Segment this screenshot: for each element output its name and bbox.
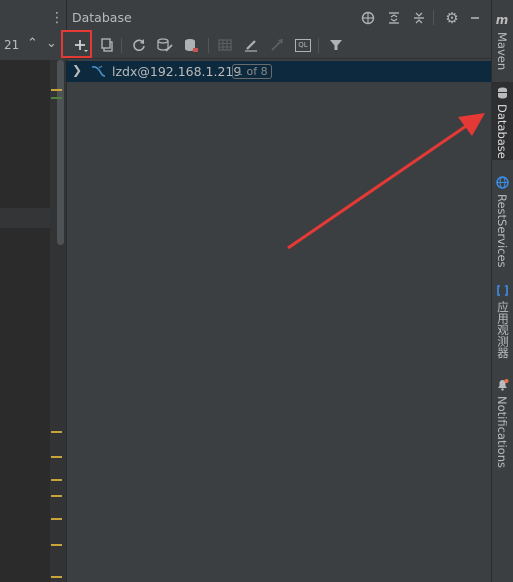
change-marker: [51, 518, 62, 520]
change-marker: [51, 97, 62, 99]
tab-maven[interactable]: Maven: [495, 32, 509, 70]
header-separator: [433, 10, 434, 25]
tab-notifications[interactable]: Notifications: [495, 396, 509, 468]
tab-observer[interactable]: 应用观测器: [495, 301, 511, 359]
table-icon: [215, 35, 235, 55]
globe-icon: [495, 175, 509, 189]
refresh-icon[interactable]: [129, 35, 149, 55]
toolbar-separator: [208, 38, 209, 53]
globe-icon[interactable]: [359, 9, 377, 27]
mysql-datasource-icon: [90, 64, 106, 81]
sql-console-label: QL: [295, 38, 311, 52]
bell-icon: [495, 377, 509, 391]
maven-icon: m: [495, 13, 509, 27]
toolbar-separator: [121, 38, 122, 53]
gear-icon[interactable]: ⚙: [443, 9, 461, 27]
more-options-icon[interactable]: ⋮: [50, 10, 64, 26]
toolbar-separator: [318, 38, 319, 53]
change-marker: [51, 456, 62, 458]
schema-count-badge: 1 of 8: [232, 64, 272, 79]
filter-icon[interactable]: [326, 35, 346, 55]
sql-console-icon[interactable]: QL: [293, 35, 313, 55]
chevron-up-icon[interactable]: ⌃: [27, 36, 38, 51]
editor-scrollbar[interactable]: [57, 60, 64, 245]
current-line-highlight: [0, 208, 57, 228]
add-button-highlight: [61, 30, 92, 58]
change-marker: [51, 544, 62, 546]
copy-icon[interactable]: [97, 35, 117, 55]
match-count: 21: [4, 38, 20, 52]
change-marker: [51, 89, 62, 91]
tab-restservices[interactable]: RestServices: [495, 194, 509, 268]
database-panel: [66, 0, 491, 582]
change-marker: [51, 431, 62, 433]
database-icon: [495, 86, 509, 100]
chevron-down-icon[interactable]: ⌄: [46, 36, 57, 51]
panel-title: Database: [72, 10, 132, 25]
chevron-right-icon[interactable]: ❯: [72, 63, 82, 77]
edit-icon[interactable]: [241, 35, 261, 55]
jump-icon: [267, 35, 287, 55]
change-marker: [51, 576, 62, 578]
database-icon[interactable]: [181, 35, 201, 55]
datasource-label[interactable]: lzdx@192.168.1.219: [112, 64, 241, 79]
expand-all-icon[interactable]: [385, 9, 403, 27]
minimize-icon[interactable]: [466, 9, 484, 27]
schema-settings-icon[interactable]: [155, 35, 175, 55]
change-marker: [51, 495, 62, 497]
annotation-arrow: [287, 113, 485, 250]
change-marker: [51, 479, 62, 481]
observer-icon: [495, 283, 509, 297]
collapse-all-icon[interactable]: [410, 9, 428, 27]
tab-database[interactable]: Database: [495, 104, 509, 159]
